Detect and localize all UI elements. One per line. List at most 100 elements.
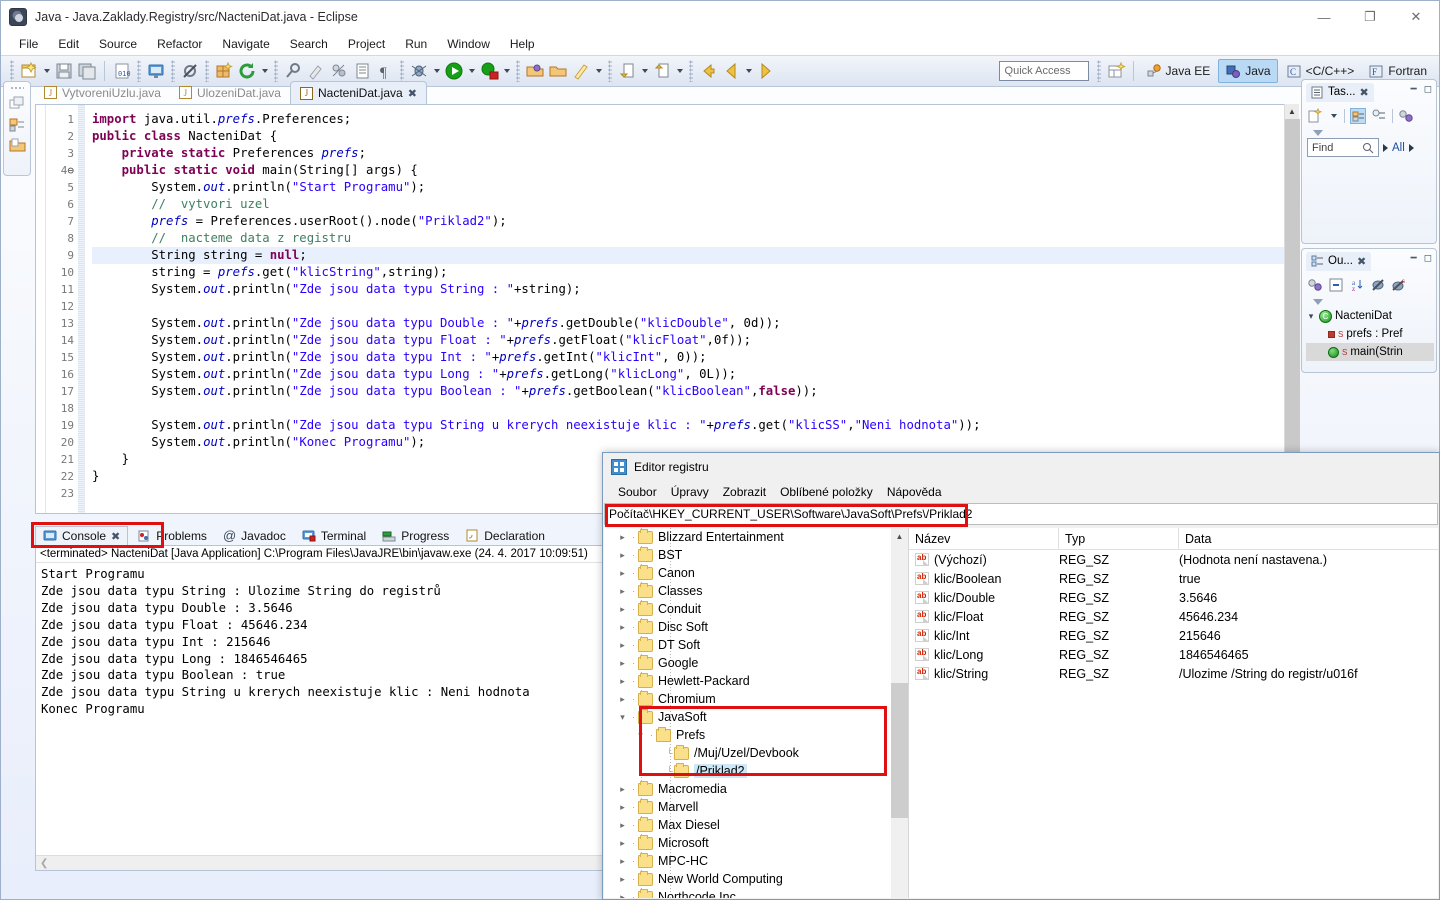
tree-node[interactable]: ▸·Marvell [604, 798, 908, 816]
scroll-up-icon[interactable]: ▲ [891, 528, 908, 545]
tree-node[interactable]: ▸·Disc Soft [604, 618, 908, 636]
menu-file[interactable]: File [9, 35, 48, 53]
registry-values-list[interactable]: Název Typ Data ab(Výchozí)REG_SZ(Hodnota… [909, 528, 1438, 898]
task-filter-all[interactable]: All [1392, 142, 1405, 154]
chevron-right-icon[interactable]: ▸ [616, 640, 629, 651]
chevron-right-icon[interactable]: ▸ [616, 568, 629, 579]
tree-node[interactable]: ▸·Northcode Inc [604, 888, 908, 898]
regedit-address-bar[interactable]: Počítač\HKEY_CURRENT_USER\Software\JavaS… [604, 503, 1438, 525]
tab-progress[interactable]: Progress [375, 527, 456, 545]
regedit-menu-napoveda[interactable]: Nápověda [880, 483, 949, 501]
synchronize-icon[interactable] [1398, 108, 1414, 124]
menu-navigate[interactable]: Navigate [212, 35, 279, 53]
minimized-views-handle[interactable] [10, 86, 24, 90]
regedit-menu-zobrazit[interactable]: Zobrazit [716, 483, 773, 501]
tree-node[interactable]: ▸·Chromium [604, 690, 908, 708]
chevron-right-icon[interactable]: ▸ [616, 838, 629, 849]
chevron-right-icon[interactable]: ▸ [616, 586, 629, 597]
link-with-editor-icon[interactable] [1307, 277, 1323, 293]
annotation-ruler[interactable] [36, 105, 46, 513]
registry-value-row[interactable]: ab(Výchozí)REG_SZ(Hodnota není nastavena… [909, 550, 1438, 569]
column-header-data[interactable]: Data [1179, 528, 1438, 550]
folding-ruler[interactable] [78, 105, 86, 513]
tree-node[interactable]: ▸·Google [604, 654, 908, 672]
tree-node[interactable]: ▾·JavaSoft [604, 708, 908, 726]
hide-fields-icon[interactable] [1370, 277, 1386, 293]
maximize-view-icon[interactable]: ◻ [1424, 253, 1432, 264]
registry-value-row[interactable]: abklic/DoubleREG_SZ3.5646 [909, 588, 1438, 607]
registry-tree[interactable]: ▸·Blizzard Entertainment▸·BST▸·Canon▸·Cl… [604, 528, 909, 898]
menu-window[interactable]: Window [437, 35, 500, 53]
chevron-down-icon[interactable]: ▾ [616, 712, 629, 723]
tree-node[interactable]: ▸·DT Soft [604, 636, 908, 654]
registry-value-row[interactable]: abklic/IntREG_SZ215646 [909, 626, 1438, 645]
project-explorer-icon[interactable] [9, 138, 26, 153]
menu-project[interactable]: Project [338, 35, 395, 53]
menu-help[interactable]: Help [500, 35, 545, 53]
close-icon[interactable]: ✖ [1357, 255, 1366, 268]
tab-outline[interactable]: Ou... ✖ [1306, 252, 1371, 271]
chevron-right-icon[interactable]: ▸ [616, 856, 629, 867]
minimize-button[interactable]: — [1301, 1, 1347, 33]
column-header-name[interactable]: Název [909, 528, 1059, 550]
tree-node[interactable]: └/Priklad2 [604, 762, 908, 780]
minimize-view-icon[interactable]: ━ [1411, 253, 1417, 264]
tab-task-list[interactable]: Tas... ✖ [1306, 83, 1374, 102]
minimize-view-icon[interactable]: ━ [1411, 84, 1417, 95]
close-icon[interactable]: ✖ [408, 87, 417, 100]
outline-item-field[interactable]: S prefs : Pref [1306, 325, 1434, 343]
outline-item-method[interactable]: S main(Strin [1306, 343, 1434, 361]
column-header-type[interactable]: Typ [1059, 528, 1179, 550]
tree-node[interactable]: ▸·BST [604, 546, 908, 564]
chevron-down-icon[interactable]: ▾ [1306, 311, 1316, 322]
collapse-all-icon[interactable] [1328, 277, 1344, 293]
task-find-input[interactable]: Find [1307, 138, 1379, 157]
toolbar-drag-handle[interactable] [10, 60, 14, 82]
chevron-right-icon[interactable]: ▸ [616, 676, 629, 687]
regedit-menu-oblibene-polozky[interactable]: Oblíbené položky [773, 483, 880, 501]
editor-tab-vytvoreniuzlu[interactable]: J VytvoreniUzlu.java [35, 81, 170, 104]
hide-static-icon[interactable]: s [1391, 277, 1407, 293]
menu-edit[interactable]: Edit [48, 35, 89, 53]
tab-problems[interactable]: Problems [130, 527, 214, 545]
new-task-dropdown-icon[interactable] [1328, 105, 1339, 127]
registry-value-row[interactable]: abklic/LongREG_SZ1846546465 [909, 645, 1438, 664]
chevron-right-icon[interactable]: ▸ [616, 694, 629, 705]
editor-tab-ulozenidat[interactable]: J UlozeniDat.java [170, 81, 290, 104]
tree-node[interactable]: ▾·Prefs [604, 726, 908, 744]
regedit-menu-soubor[interactable]: Soubor [611, 483, 664, 501]
menu-run[interactable]: Run [395, 35, 437, 53]
tree-node[interactable]: ▸·Macromedia [604, 780, 908, 798]
chevron-right-icon[interactable]: ▸ [616, 658, 629, 669]
chevron-right-icon[interactable]: ▸ [616, 802, 629, 813]
close-button[interactable]: ✕ [1393, 1, 1439, 33]
editor-tab-nactenidat[interactable]: J NacteniDat.java ✖ [290, 81, 427, 104]
categorized-presentation-icon[interactable] [1350, 108, 1366, 124]
menu-source[interactable]: Source [89, 35, 147, 53]
tree-node[interactable]: ▸·Max Diesel [604, 816, 908, 834]
registry-value-row[interactable]: abklic/BooleanREG_SZtrue [909, 569, 1438, 588]
tree-node[interactable]: ▸·Canon [604, 564, 908, 582]
next-filter-icon[interactable] [1409, 144, 1414, 152]
chevron-right-icon[interactable]: ▸ [616, 892, 629, 899]
close-icon[interactable]: ✖ [1359, 86, 1368, 99]
registry-value-row[interactable]: abklic/StringREG_SZ/Ulozime /String do r… [909, 664, 1438, 683]
package-explorer-icon[interactable] [9, 117, 26, 132]
regedit-menu-upravy[interactable]: Úpravy [664, 483, 716, 501]
tree-node[interactable]: ▸·Blizzard Entertainment [604, 528, 908, 546]
tree-vertical-scrollbar[interactable]: ▲ [891, 528, 908, 898]
new-task-icon[interactable] [1307, 108, 1323, 124]
scrollbar-thumb[interactable] [1285, 119, 1300, 494]
chevron-right-icon[interactable]: ▸ [616, 874, 629, 885]
chevron-down-icon[interactable]: ▾ [634, 730, 647, 741]
chevron-right-icon[interactable]: ▸ [616, 622, 629, 633]
maximize-view-icon[interactable]: ◻ [1424, 84, 1432, 95]
tab-javadoc[interactable]: @ Javadoc [216, 526, 293, 545]
chevron-right-icon[interactable]: ▸ [616, 604, 629, 615]
quick-access-input[interactable]: Quick Access [999, 61, 1089, 81]
previous-filter-icon[interactable] [1383, 144, 1388, 152]
close-icon[interactable]: ✖ [111, 530, 120, 543]
tree-node[interactable]: ▸·Hewlett-Packard [604, 672, 908, 690]
tab-declaration[interactable]: Declaration [458, 527, 552, 545]
tree-node[interactable]: ▸·New World Computing [604, 870, 908, 888]
